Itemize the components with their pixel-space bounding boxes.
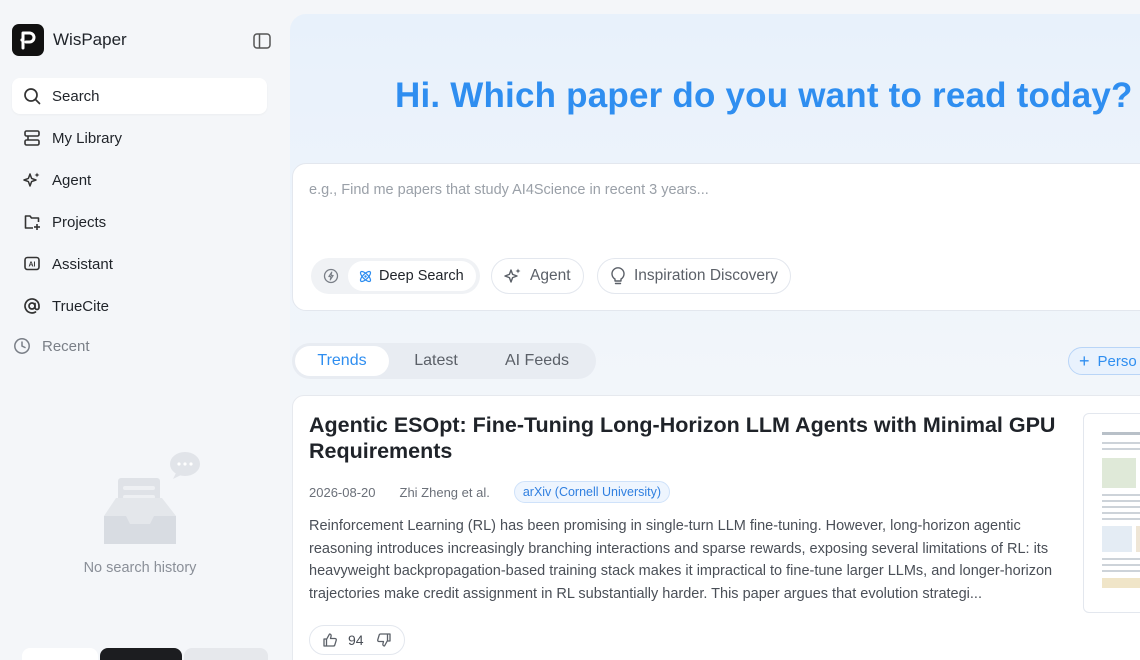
footer-button-light[interactable]	[184, 648, 268, 660]
search-input[interactable]	[309, 182, 1089, 198]
sparkle-icon	[504, 267, 522, 285]
svg-text:AI: AI	[29, 262, 36, 269]
footer-button[interactable]	[22, 648, 98, 660]
thumbs-down-icon[interactable]	[376, 632, 392, 648]
empty-history: No search history	[60, 446, 220, 576]
paper-source-badge[interactable]: arXiv (Cornell University)	[513, 481, 671, 503]
sidebar: WisPaper Search My Library Agent Project…	[0, 0, 282, 660]
sidebar-item-search[interactable]: Search	[12, 78, 267, 114]
recent-label: Recent	[42, 337, 90, 355]
plus-icon: +	[1079, 351, 1090, 371]
sidebar-item-agent[interactable]: Agent	[12, 162, 267, 198]
vote-control: 94	[309, 625, 405, 655]
sidebar-collapse-icon[interactable]	[252, 31, 272, 51]
search-mode-group: Deep Search	[311, 258, 480, 294]
search-box: Deep Search Agent Inspiration Discovery	[292, 163, 1140, 311]
footer-button-dark[interactable]	[100, 648, 182, 660]
sidebar-item-label: Search	[52, 87, 100, 105]
sidebar-item-label: TrueCite	[52, 297, 109, 315]
sidebar-item-label: Assistant	[52, 255, 113, 273]
atom-icon	[358, 269, 373, 284]
search-icon	[22, 86, 42, 106]
lightning-icon	[323, 268, 339, 284]
main-panel: Hi. Which paper do you want to read toda…	[290, 14, 1140, 660]
paper-authors: Zhi Zheng et al.	[399, 484, 490, 500]
sidebar-item-assistant[interactable]: AI Assistant	[12, 246, 267, 282]
deep-search-label: Deep Search	[379, 268, 464, 284]
paper-card[interactable]: Agentic ESOpt: Fine-Tuning Long-Horizon …	[292, 395, 1140, 660]
lightbulb-icon	[610, 267, 626, 285]
inspiration-discovery-button[interactable]: Inspiration Discovery	[597, 258, 791, 294]
tab-ai-feeds[interactable]: AI Feeds	[483, 346, 591, 376]
personalize-button[interactable]: + Perso	[1068, 347, 1140, 375]
empty-history-text: No search history	[83, 560, 197, 576]
wispaper-logo-icon	[12, 24, 44, 56]
sidebar-item-truecite[interactable]: TrueCite	[12, 288, 267, 324]
library-icon	[22, 128, 42, 148]
sparkle-icon	[22, 170, 42, 190]
paper-abstract: Reinforcement Learning (RL) has been pro…	[309, 518, 1053, 602]
recent-section-header[interactable]: Recent	[12, 336, 90, 356]
deep-search-button[interactable]: Deep Search	[348, 261, 476, 291]
app-name: WisPaper	[53, 30, 127, 49]
agent-mode-label: Agent	[530, 267, 571, 284]
quick-search-toggle[interactable]	[314, 261, 348, 291]
at-icon	[22, 296, 42, 316]
tab-latest[interactable]: Latest	[389, 346, 483, 376]
sidebar-item-label: My Library	[52, 129, 123, 147]
feed-tabs: Trends Latest AI Feeds	[292, 343, 596, 379]
ai-chip-icon: AI	[22, 254, 42, 274]
sidebar-item-projects[interactable]: Projects	[12, 204, 267, 240]
sidebar-item-label: Projects	[52, 213, 107, 231]
vote-count: 94	[348, 632, 364, 648]
brand[interactable]: WisPaper	[12, 24, 127, 56]
thumbs-up-icon[interactable]	[322, 632, 338, 648]
folder-add-icon	[22, 212, 42, 232]
clock-icon	[12, 336, 32, 356]
sidebar-item-label: Agent	[52, 171, 92, 189]
inspiration-discovery-label: Inspiration Discovery	[634, 267, 778, 284]
tab-trends[interactable]: Trends	[295, 346, 389, 376]
sidebar-item-my-library[interactable]: My Library	[12, 120, 267, 156]
personalize-label: Perso	[1097, 352, 1137, 370]
paper-date: 2026-08-20	[309, 484, 376, 500]
empty-inbox-icon	[104, 452, 200, 544]
paper-meta: 2026-08-20 Zhi Zheng et al. arXiv (Corne…	[309, 481, 671, 503]
page-headline: Hi. Which paper do you want to read toda…	[395, 76, 1133, 115]
sidebar-nav: Search My Library Agent Projects AI Assi…	[12, 78, 267, 330]
agent-mode-button[interactable]: Agent	[491, 258, 584, 294]
paper-title[interactable]: Agentic ESOpt: Fine-Tuning Long-Horizon …	[309, 412, 1059, 464]
paper-thumbnail[interactable]	[1083, 413, 1140, 613]
